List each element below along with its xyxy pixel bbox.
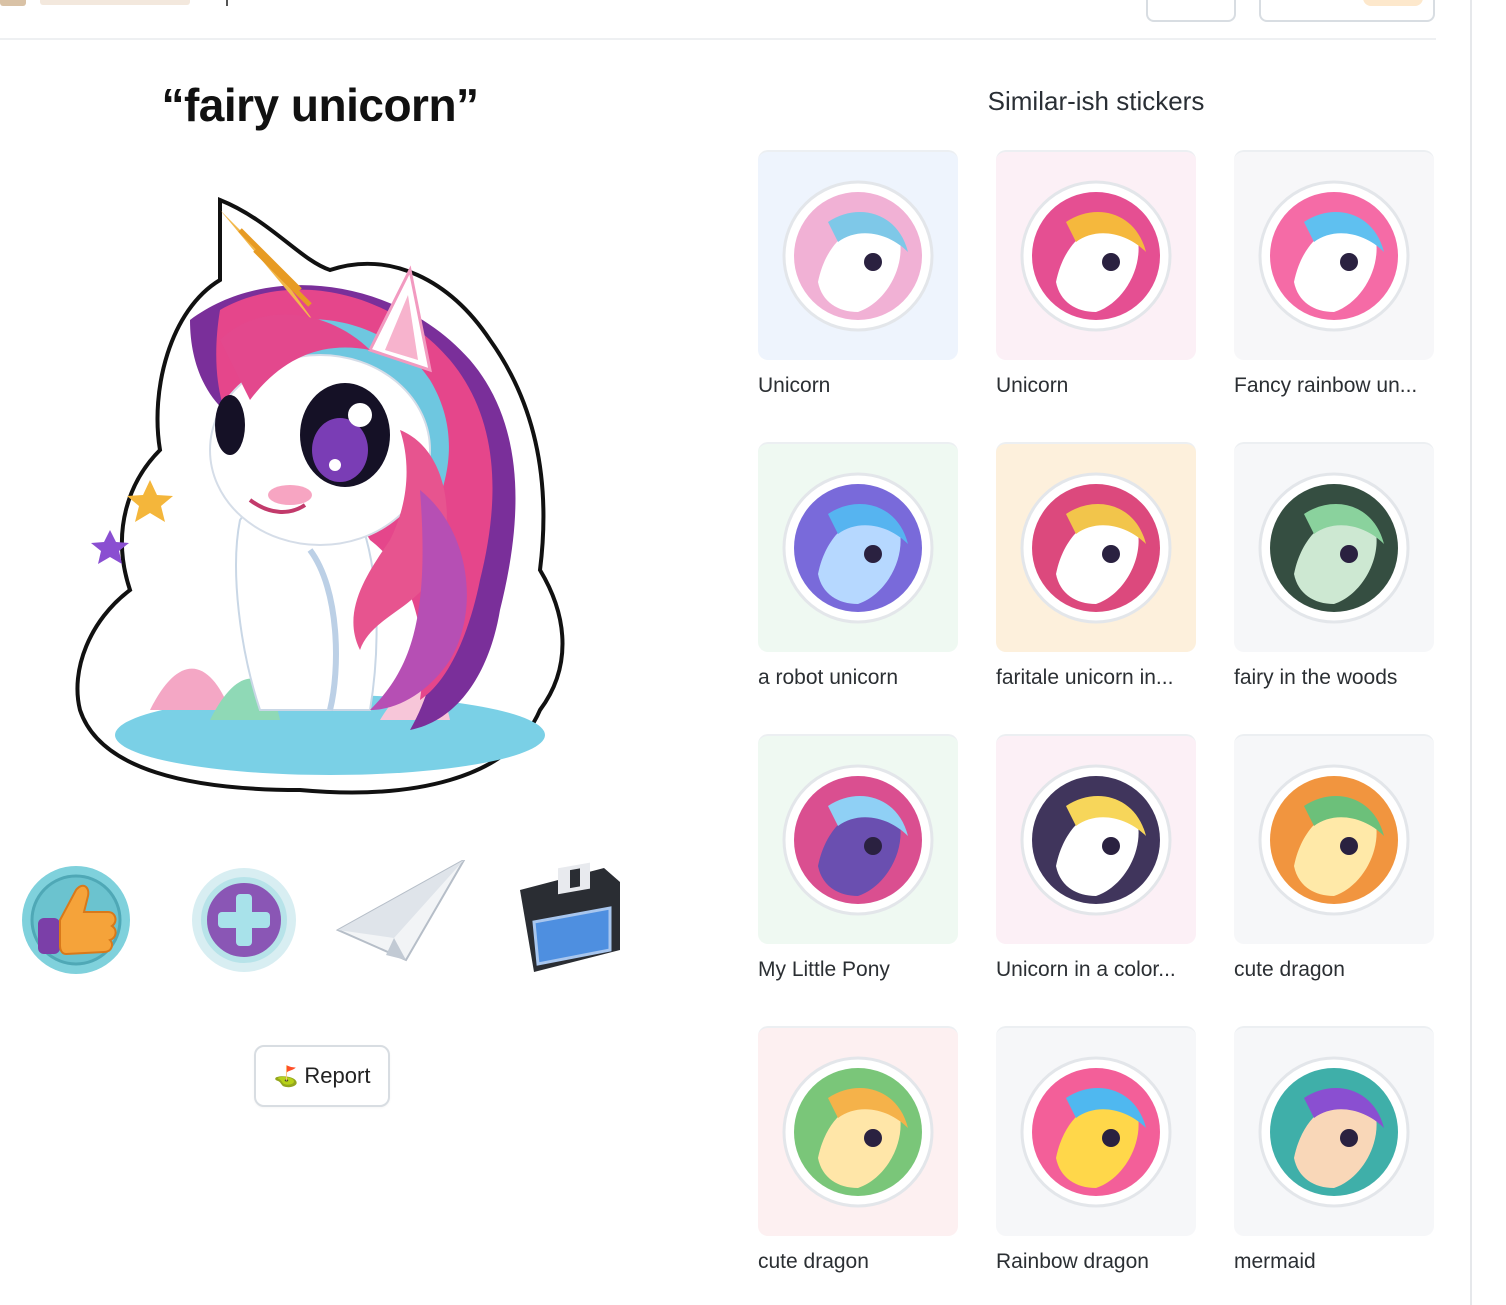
sticker-card-label: faritale unicorn in...: [996, 666, 1174, 689]
sticker-card[interactable]: My Little Pony: [758, 734, 958, 982]
like-button[interactable]: [16, 860, 136, 980]
site-logo[interactable]: [0, 0, 200, 12]
nav-separator: [226, 0, 228, 6]
floppy-disk-icon: [520, 862, 620, 972]
similar-stickers-heading: Similar-ish stickers: [987, 86, 1205, 116]
sticker-art: [1258, 1056, 1410, 1208]
sticker-thumbnail[interactable]: [758, 734, 958, 944]
sticker-card[interactable]: fairy in the woods: [1234, 442, 1434, 690]
thumbs-up-icon: [22, 866, 130, 974]
sticker-title: “fairy unicorn”: [161, 79, 479, 131]
flag-icon: ⛳: [273, 1065, 299, 1088]
sticker-art: [1258, 764, 1410, 916]
sticker-art: [1020, 1056, 1172, 1208]
sticker-card[interactable]: Unicorn: [996, 150, 1196, 398]
sticker-card-label: a robot unicorn: [758, 666, 899, 689]
sticker-card-label: mermaid: [1234, 1250, 1316, 1273]
sticker-card[interactable]: mermaid: [1234, 1026, 1434, 1274]
sticker-card[interactable]: cute dragon: [1234, 734, 1434, 982]
sticker-thumbnail[interactable]: [758, 1026, 958, 1236]
sticker-card-label: Unicorn: [996, 374, 1069, 397]
header-divider: [0, 38, 1436, 40]
header-button[interactable]: [1146, 0, 1236, 22]
sticker-card-label: Unicorn in a color...: [996, 958, 1176, 981]
save-button[interactable]: [514, 860, 634, 980]
sticker-card[interactable]: faritale unicorn in...: [996, 442, 1196, 690]
sticker-thumbnail[interactable]: [996, 734, 1196, 944]
add-button[interactable]: [184, 860, 304, 980]
logo-text: [40, 0, 190, 5]
sticker-thumbnail[interactable]: [758, 150, 958, 360]
sticker-art: [1020, 472, 1172, 624]
header-badge: [1363, 0, 1423, 6]
sticker-thumbnail[interactable]: [1234, 1026, 1434, 1236]
sticker-card[interactable]: cute dragon: [758, 1026, 958, 1274]
page-edge-divider: [1470, 0, 1472, 1305]
sticker-thumbnail[interactable]: [1234, 150, 1434, 360]
sticker-art: [782, 764, 934, 916]
sticker-card-label: Fancy rainbow un...: [1234, 374, 1418, 397]
sticker-art: [782, 472, 934, 624]
sticker-art: [1258, 472, 1410, 624]
sticker-thumbnail[interactable]: [1234, 442, 1434, 652]
logo-mark: [0, 0, 26, 6]
sticker-image: [70, 190, 580, 800]
sticker-card[interactable]: Rainbow dragon: [996, 1026, 1196, 1274]
sticker-art: [1020, 180, 1172, 332]
sticker-thumbnail[interactable]: [996, 1026, 1196, 1236]
sticker-thumbnail[interactable]: [758, 442, 958, 652]
share-button[interactable]: [335, 857, 476, 980]
sticker-card-label: cute dragon: [758, 1250, 869, 1273]
sticker-thumbnail[interactable]: [1234, 734, 1434, 944]
sticker-art: [782, 1056, 934, 1208]
sticker-card-label: Rainbow dragon: [996, 1250, 1149, 1273]
sticker-card[interactable]: Unicorn in a color...: [996, 734, 1196, 982]
sticker-card-label: fairy in the woods: [1234, 666, 1398, 689]
sticker-thumbnail[interactable]: [996, 442, 1196, 652]
sticker-card[interactable]: Unicorn: [758, 150, 958, 398]
report-button[interactable]: ⛳ Report: [254, 1045, 390, 1107]
paper-plane-icon: [335, 857, 467, 962]
top-bar: [0, 0, 1440, 40]
sticker-card-label: My Little Pony: [758, 958, 890, 981]
sticker-card-label: Unicorn: [758, 374, 831, 397]
sticker-card-label: cute dragon: [1234, 958, 1345, 981]
sticker-art: [1020, 764, 1172, 916]
sticker-card[interactable]: Fancy rainbow un...: [1234, 150, 1434, 398]
sticker-actions: [16, 857, 636, 980]
sticker-art: [1258, 180, 1410, 332]
sticker-art: [782, 180, 934, 332]
plus-icon: [192, 868, 296, 972]
sticker-card[interactable]: a robot unicorn: [758, 442, 958, 690]
header-button[interactable]: [1259, 0, 1435, 22]
report-label: Report: [304, 1063, 371, 1088]
sticker-thumbnail[interactable]: [996, 150, 1196, 360]
